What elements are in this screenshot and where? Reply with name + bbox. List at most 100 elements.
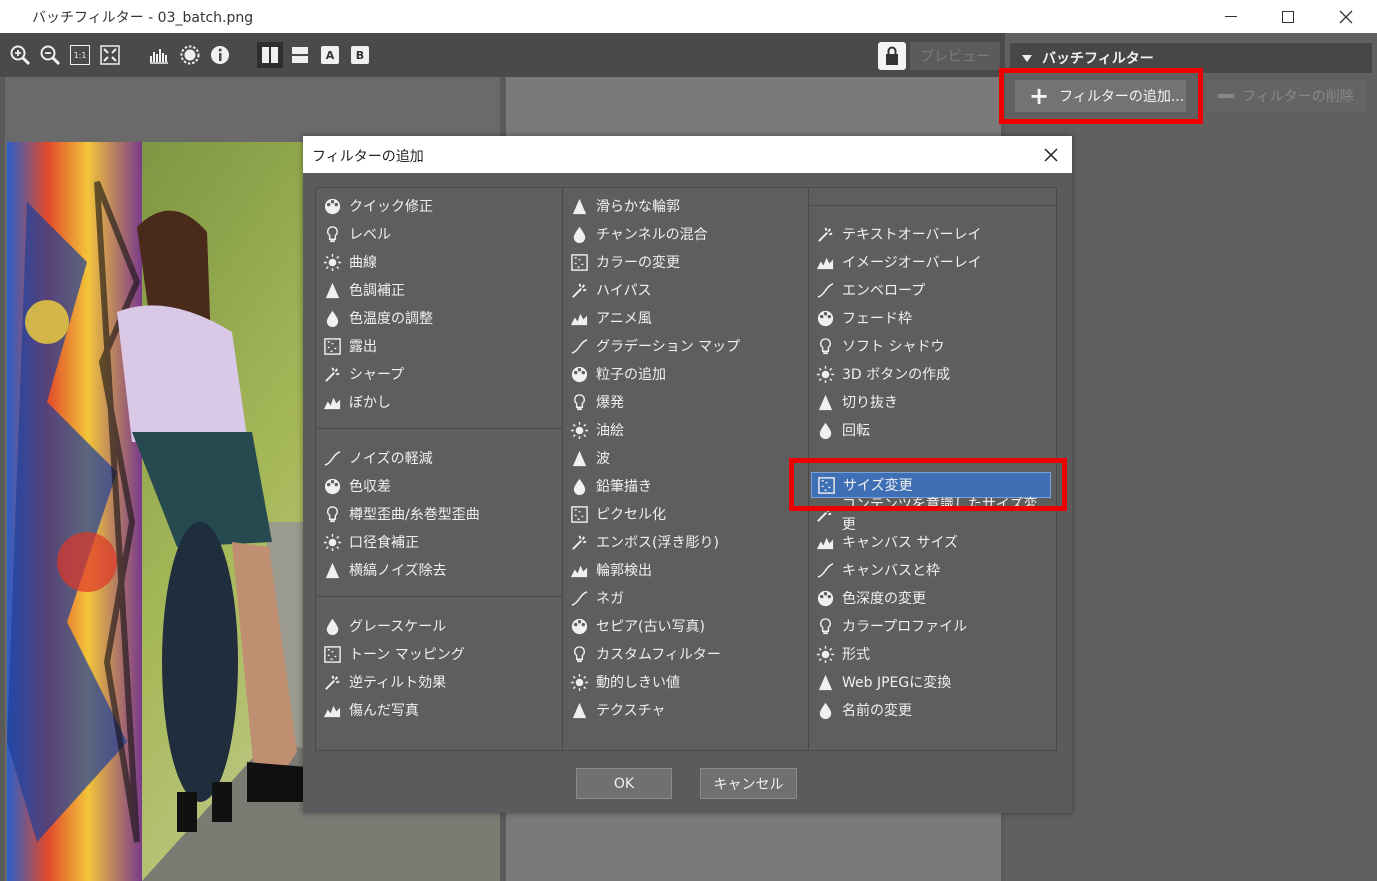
histogram-button[interactable] bbox=[147, 43, 171, 67]
view-b-icon: B bbox=[351, 46, 369, 64]
maximize-button[interactable] bbox=[1265, 0, 1311, 33]
filter-item-c3-11[interactable]: キャンバスと枠 bbox=[815, 557, 1050, 583]
filter-icon bbox=[322, 308, 342, 328]
split-vertical-view-button[interactable] bbox=[257, 42, 283, 68]
filter-item-c3-5[interactable]: 3D ボタンの作成 bbox=[815, 361, 1050, 387]
filter-item-c1-14[interactable]: トーン マッピング bbox=[322, 641, 557, 667]
filter-item-c1-13[interactable]: グレースケール bbox=[322, 613, 557, 639]
preview-lock-button[interactable] bbox=[878, 42, 906, 70]
filter-label: 滑らかな輪郭 bbox=[596, 199, 680, 215]
filter-item-c2-4[interactable]: アニメ風 bbox=[569, 305, 804, 331]
info-icon bbox=[211, 46, 229, 64]
filter-item-c3-10[interactable]: キャンバス サイズ bbox=[815, 529, 1050, 555]
filter-item-c1-2[interactable]: 曲線 bbox=[322, 249, 557, 275]
filter-item-c1-0[interactable]: クイック修正 bbox=[322, 193, 557, 219]
zoom-in-button[interactable] bbox=[8, 43, 32, 67]
filter-item-c3-15[interactable]: Web JPEGに変換 bbox=[815, 669, 1050, 695]
filter-item-c1-7[interactable]: ぼかし bbox=[322, 389, 557, 415]
filter-item-c1-3[interactable]: 色調補正 bbox=[322, 277, 557, 303]
filter-icon bbox=[322, 252, 342, 272]
filter-item-c3-3[interactable]: フェード枠 bbox=[815, 305, 1050, 331]
filter-icon bbox=[815, 252, 835, 272]
remove-filter-button[interactable]: フィルターの削除 bbox=[1206, 80, 1366, 112]
batch-filter-header[interactable]: バッチフィルター bbox=[1010, 43, 1372, 73]
filter-item-c2-18[interactable]: テクスチャ bbox=[569, 697, 804, 723]
filter-item-c2-17[interactable]: 動的しきい値 bbox=[569, 669, 804, 695]
filter-item-c1-8[interactable]: ノイズの軽減 bbox=[322, 445, 557, 471]
filter-item-c2-10[interactable]: 鉛筆描き bbox=[569, 473, 804, 499]
filter-item-c3-6[interactable]: 切り抜き bbox=[815, 389, 1050, 415]
filter-item-c2-16[interactable]: カスタムフィルター bbox=[569, 641, 804, 667]
filter-item-c1-10[interactable]: 樽型歪曲/糸巻型歪曲 bbox=[322, 501, 557, 527]
cancel-button[interactable]: キャンセル bbox=[700, 768, 797, 799]
view-a-icon: A bbox=[321, 46, 339, 64]
filter-item-c1-4[interactable]: 色温度の調整 bbox=[322, 305, 557, 331]
filter-item-c2-11[interactable]: ピクセル化 bbox=[569, 501, 804, 527]
filter-item-c2-0[interactable]: 滑らかな輪郭 bbox=[569, 193, 804, 219]
histogram-icon bbox=[150, 49, 168, 64]
filter-item-c2-5[interactable]: グラデーション マップ bbox=[569, 333, 804, 359]
filter-item-c2-8[interactable]: 油絵 bbox=[569, 417, 804, 443]
filter-item-c3-14[interactable]: 形式 bbox=[815, 641, 1050, 667]
filter-item-c3-9[interactable]: コンテンツを意識したサイズ変更 bbox=[815, 497, 1050, 533]
sun-gear-icon bbox=[180, 45, 200, 65]
filter-item-c2-12[interactable]: エンボス(浮き彫り) bbox=[569, 529, 804, 555]
filter-label: 色収差 bbox=[349, 479, 391, 495]
view-a-button[interactable]: A bbox=[318, 43, 342, 67]
filter-item-c3-16[interactable]: 名前の変更 bbox=[815, 697, 1050, 723]
filter-label: 樽型歪曲/糸巻型歪曲 bbox=[349, 507, 480, 523]
filter-item-c1-11[interactable]: 口径食補正 bbox=[322, 529, 557, 555]
dialog-close-button[interactable] bbox=[1038, 142, 1064, 168]
filter-icon bbox=[569, 644, 589, 664]
filter-label: 色調補正 bbox=[349, 283, 405, 299]
filter-item-c2-1[interactable]: チャンネルの混合 bbox=[569, 221, 804, 247]
filter-item-c2-13[interactable]: 輪郭検出 bbox=[569, 557, 804, 583]
filter-item-c3-0[interactable]: テキストオーバーレイ bbox=[815, 221, 1050, 247]
filter-item-c3-7[interactable]: 回転 bbox=[815, 417, 1050, 443]
filter-item-c2-3[interactable]: ハイパス bbox=[569, 277, 804, 303]
add-filter-button[interactable]: + フィルターの追加... bbox=[1015, 80, 1186, 112]
filter-label: カスタムフィルター bbox=[596, 647, 721, 663]
filter-item-c1-9[interactable]: 色収差 bbox=[322, 473, 557, 499]
filter-item-c2-9[interactable]: 波 bbox=[569, 445, 804, 471]
plus-icon: + bbox=[1029, 82, 1050, 110]
zoom-fit-button[interactable] bbox=[98, 43, 122, 67]
filter-icon bbox=[569, 700, 589, 720]
filter-item-c1-16[interactable]: 傷んだ写真 bbox=[322, 697, 557, 723]
filter-icon bbox=[322, 280, 342, 300]
filter-item-c1-15[interactable]: 逆ティルト効果 bbox=[322, 669, 557, 695]
filter-item-c1-12[interactable]: 横縞ノイズ除去 bbox=[322, 557, 557, 583]
group-separator bbox=[316, 428, 562, 429]
filter-item-c3-1[interactable]: イメージオーバーレイ bbox=[815, 249, 1050, 275]
adjust-button[interactable] bbox=[178, 43, 202, 67]
filter-item-c2-14[interactable]: ネガ bbox=[569, 585, 804, 611]
filter-item-c1-5[interactable]: 露出 bbox=[322, 333, 557, 359]
info-button[interactable] bbox=[208, 43, 232, 67]
preview-button[interactable]: プレビュー bbox=[910, 42, 1000, 70]
filter-label: 傷んだ写真 bbox=[349, 703, 419, 719]
filter-icon bbox=[569, 196, 589, 216]
filter-item-c2-15[interactable]: セピア(古い写真) bbox=[569, 613, 804, 639]
ok-button[interactable]: OK bbox=[576, 768, 672, 799]
filter-item-c3-12[interactable]: 色深度の変更 bbox=[815, 585, 1050, 611]
split-horizontal-view-button[interactable] bbox=[288, 43, 312, 67]
filter-item-c2-6[interactable]: 粒子の追加 bbox=[569, 361, 804, 387]
filter-item-c3-2[interactable]: エンベロープ bbox=[815, 277, 1050, 303]
filter-item-c1-1[interactable]: レベル bbox=[322, 221, 557, 247]
filter-icon bbox=[569, 532, 589, 552]
filter-label: 波 bbox=[596, 451, 610, 467]
filter-label: 3D ボタンの作成 bbox=[842, 367, 951, 383]
window-close-button[interactable] bbox=[1323, 0, 1369, 33]
filter-label: 輪郭検出 bbox=[596, 563, 652, 579]
minimize-button[interactable] bbox=[1208, 0, 1254, 33]
zoom-actual-size-button[interactable]: 1:1 bbox=[68, 43, 92, 67]
filter-icon bbox=[569, 672, 589, 692]
filter-item-c3-4[interactable]: ソフト シャドウ bbox=[815, 333, 1050, 359]
view-b-button[interactable]: B bbox=[348, 43, 372, 67]
filter-icon bbox=[815, 364, 835, 384]
filter-item-c2-2[interactable]: カラーの変更 bbox=[569, 249, 804, 275]
filter-item-c1-6[interactable]: シャープ bbox=[322, 361, 557, 387]
zoom-out-button[interactable] bbox=[38, 43, 62, 67]
filter-item-c2-7[interactable]: 爆発 bbox=[569, 389, 804, 415]
filter-item-c3-13[interactable]: カラープロファイル bbox=[815, 613, 1050, 639]
